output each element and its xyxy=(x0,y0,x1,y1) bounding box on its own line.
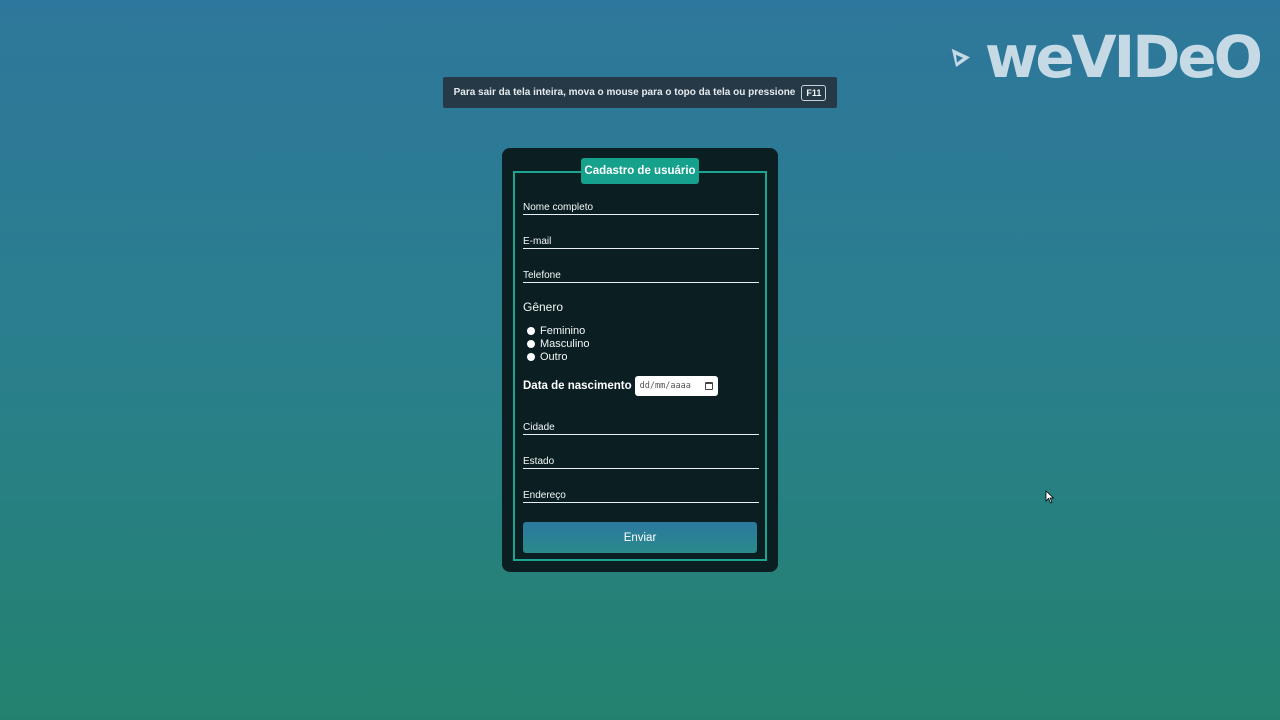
radio-button[interactable] xyxy=(527,340,535,348)
wevideo-logo-icon xyxy=(951,48,970,67)
radio-feminino[interactable]: Feminino xyxy=(527,325,585,337)
endereco-field[interactable]: Endereço xyxy=(523,482,759,503)
estado-field[interactable]: Estado xyxy=(523,448,759,469)
radio-label: Outro xyxy=(540,351,568,363)
telefone-label: Telefone xyxy=(523,270,561,281)
radio-label: Feminino xyxy=(540,325,586,337)
radio-label: Masculino xyxy=(540,338,590,350)
telefone-field[interactable]: Telefone xyxy=(523,262,759,283)
estado-label: Estado xyxy=(523,456,555,467)
cidade-label: Cidade xyxy=(523,422,555,433)
calendar-icon[interactable] xyxy=(704,382,713,390)
form-legend: Cadastro de usuário xyxy=(581,158,699,184)
watermark-text: weVIDeO xyxy=(984,23,1263,91)
endereco-label: Endereço xyxy=(523,490,566,501)
email-field[interactable]: E-mail xyxy=(523,228,759,249)
fullscreen-notice-text: Para sair da tela inteira, mova o mouse … xyxy=(453,87,796,98)
radio-button[interactable] xyxy=(527,353,535,361)
nascimento-date-input[interactable]: dd/mm/aaaa xyxy=(634,376,718,396)
radio-masculino[interactable]: Masculino xyxy=(527,338,590,350)
nascimento-label: Data de nascimento xyxy=(523,380,632,392)
date-placeholder: dd/mm/aaaa xyxy=(639,381,691,391)
f11-key-badge: F11 xyxy=(801,84,827,101)
nome-field[interactable]: Nome completo xyxy=(523,194,759,215)
registration-form-card: Cadastro de usuário Nome completo E-mail… xyxy=(502,148,778,572)
radio-button[interactable] xyxy=(527,327,535,335)
email-label: E-mail xyxy=(523,236,552,247)
submit-button[interactable]: Enviar xyxy=(523,522,757,553)
wevideo-watermark: weVIDeO xyxy=(950,22,1263,92)
nome-label: Nome completo xyxy=(523,202,594,213)
mouse-cursor-icon xyxy=(1045,490,1055,504)
nascimento-row: Data de nascimento dd/mm/aaaa xyxy=(523,376,718,396)
fullscreen-notice: Para sair da tela inteira, mova o mouse … xyxy=(443,77,837,108)
genero-title: Gênero xyxy=(523,300,564,314)
cidade-field[interactable]: Cidade xyxy=(523,414,759,435)
radio-outro[interactable]: Outro xyxy=(527,351,568,363)
